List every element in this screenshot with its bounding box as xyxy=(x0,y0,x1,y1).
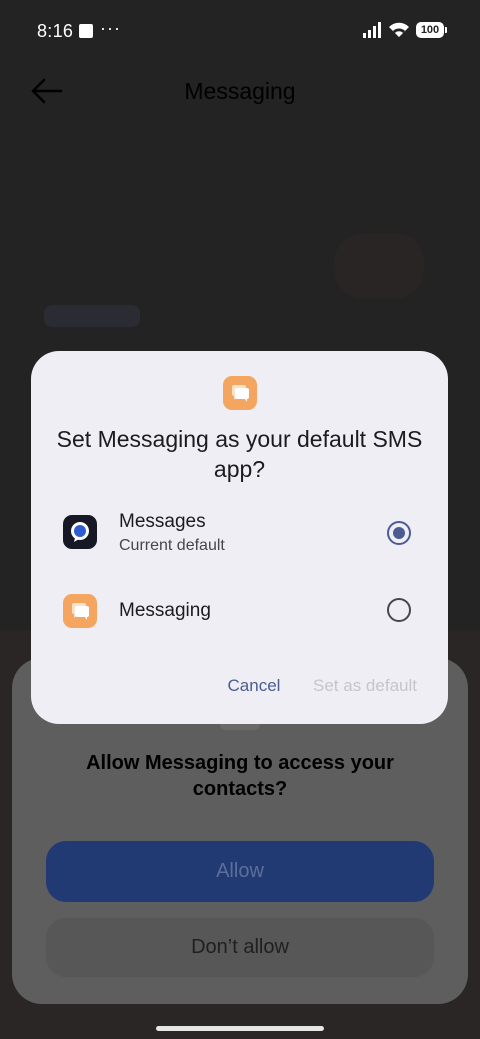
dont-allow-button[interactable]: Don’t allow xyxy=(46,918,434,977)
messages-bubble-icon xyxy=(71,522,89,542)
chat-bubbles-icon xyxy=(72,603,89,620)
dialog-title: Set Messaging as your default SMS app? xyxy=(56,426,423,482)
radio-unselected[interactable] xyxy=(387,598,411,622)
status-icons: 100 xyxy=(362,22,447,38)
signal-icon xyxy=(363,22,381,38)
status-bar: 8:16 ··· 100 xyxy=(0,0,480,64)
radio-selected[interactable] xyxy=(387,521,411,545)
app-header: Messaging xyxy=(0,62,480,122)
option-subtitle: Current default xyxy=(119,537,225,554)
background-content-shape xyxy=(44,305,140,327)
chat-bubbles-icon xyxy=(232,385,249,402)
battery-icon: 100 xyxy=(416,22,447,38)
more-notifications-icon: ··· xyxy=(100,18,121,38)
allow-button[interactable]: Allow xyxy=(46,841,434,902)
page-title: Messaging xyxy=(184,78,296,104)
permission-title: Allow Messaging to access your contacts? xyxy=(86,752,394,800)
option-messages[interactable]: Messages Current default xyxy=(31,502,448,562)
wifi-icon xyxy=(389,22,409,37)
background-content-shape xyxy=(334,233,424,299)
default-sms-dialog: Set Messaging as your default SMS app? M… xyxy=(31,351,448,724)
screen: 8:16 ··· 100 Messaging Allow Messaging t… xyxy=(0,0,480,1039)
option-messaging[interactable]: Messaging xyxy=(31,581,448,641)
set-as-default-button[interactable]: Set as default xyxy=(307,676,423,702)
home-indicator[interactable] xyxy=(156,1026,324,1031)
messaging-app-icon xyxy=(63,594,97,628)
status-time: 8:16 xyxy=(37,21,74,41)
option-name: Messaging xyxy=(119,600,211,621)
option-name: Messages xyxy=(119,511,206,532)
messaging-app-icon xyxy=(223,376,257,410)
messages-app-icon xyxy=(63,515,97,549)
notification-square-icon xyxy=(79,24,93,38)
cancel-button[interactable]: Cancel xyxy=(219,676,289,702)
